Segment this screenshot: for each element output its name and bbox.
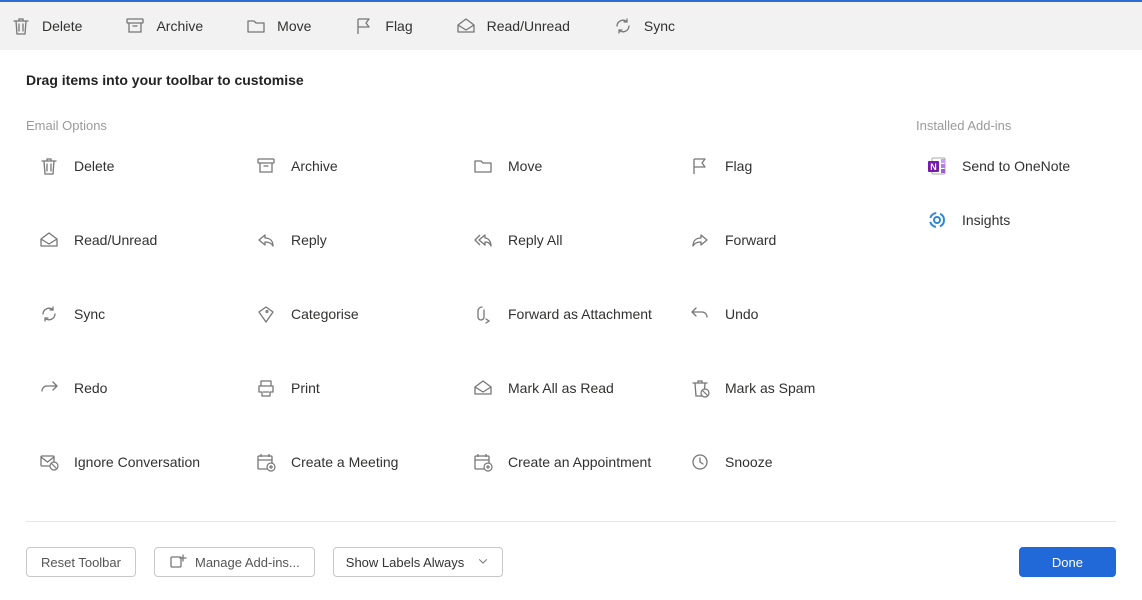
addin-onenote[interactable]: Send to OneNote [926, 155, 1116, 177]
option-print[interactable]: Print [255, 377, 462, 399]
toolbar-label: Delete [42, 18, 82, 34]
option-ignore[interactable]: Ignore Conversation [38, 451, 245, 473]
option-forward[interactable]: Forward [689, 229, 896, 251]
calendar-appointment-icon [472, 451, 494, 473]
option-label: Forward [725, 232, 776, 248]
option-label: Redo [74, 380, 107, 396]
footer-divider [26, 521, 1116, 522]
trash-icon [10, 15, 32, 37]
installed-addins-section: Installed Add-ins Send to OneNote Insigh… [916, 118, 1116, 473]
toolbar-label: Archive [156, 18, 203, 34]
option-sync[interactable]: Sync [38, 303, 245, 325]
toolbar: Delete Archive Move Flag Read/Unread Syn… [0, 0, 1142, 50]
clock-icon [689, 451, 711, 473]
option-markallread[interactable]: Mark All as Read [472, 377, 679, 399]
option-delete[interactable]: Delete [38, 155, 245, 177]
option-categorise[interactable]: Categorise [255, 303, 462, 325]
ignore-icon [38, 451, 60, 473]
flag-icon [353, 15, 375, 37]
folder-icon [245, 15, 267, 37]
toolbar-label: Read/Unread [487, 18, 570, 34]
option-label: Mark as Spam [725, 380, 815, 396]
option-undo[interactable]: Undo [689, 303, 896, 325]
envelope-icon [38, 229, 60, 251]
option-markspam[interactable]: Mark as Spam [689, 377, 896, 399]
option-meeting[interactable]: Create a Meeting [255, 451, 462, 473]
option-label: Sync [74, 306, 105, 322]
trash-icon [38, 155, 60, 177]
option-label: Mark All as Read [508, 380, 614, 396]
option-label: Undo [725, 306, 758, 322]
option-forwardattach[interactable]: Forward as Attachment [472, 303, 679, 325]
footer: Reset Toolbar Manage Add-ins... Show Lab… [0, 547, 1142, 577]
redo-icon [38, 377, 60, 399]
addin-label: Insights [962, 212, 1010, 228]
option-label: Reply All [508, 232, 562, 248]
option-reply[interactable]: Reply [255, 229, 462, 251]
instruction-text: Drag items into your toolbar to customis… [26, 72, 1116, 88]
section-title-email: Email Options [26, 118, 896, 133]
toolbar-item-readunread[interactable]: Read/Unread [455, 15, 570, 37]
tag-icon [255, 303, 277, 325]
toolbar-label: Flag [385, 18, 412, 34]
undo-icon [689, 303, 711, 325]
option-move[interactable]: Move [472, 155, 679, 177]
attach-forward-icon [472, 303, 494, 325]
manage-addins-button[interactable]: Manage Add-ins... [154, 547, 315, 577]
flag-icon [689, 155, 711, 177]
envelope-icon [455, 15, 477, 37]
option-label: Snooze [725, 454, 772, 470]
done-button[interactable]: Done [1019, 547, 1116, 577]
replyall-icon [472, 229, 494, 251]
forward-icon [689, 229, 711, 251]
insights-icon [926, 209, 948, 231]
email-options-section: Email Options Delete Archive Move Flag R… [26, 118, 896, 473]
option-label: Move [508, 158, 542, 174]
option-label: Read/Unread [74, 232, 157, 248]
option-replyall[interactable]: Reply All [472, 229, 679, 251]
toolbar-item-move[interactable]: Move [245, 15, 311, 37]
option-appointment[interactable]: Create an Appointment [472, 451, 679, 473]
envelope-icon [472, 377, 494, 399]
addin-insights[interactable]: Insights [926, 209, 1116, 231]
archive-icon [255, 155, 277, 177]
option-label: Forward as Attachment [508, 306, 652, 322]
option-archive[interactable]: Archive [255, 155, 462, 177]
option-snooze[interactable]: Snooze [689, 451, 896, 473]
option-label: Create an Appointment [508, 454, 651, 470]
section-title-addins: Installed Add-ins [916, 118, 1116, 133]
toolbar-item-archive[interactable]: Archive [124, 15, 203, 37]
option-label: Categorise [291, 306, 359, 322]
option-redo[interactable]: Redo [38, 377, 245, 399]
spam-icon [689, 377, 711, 399]
chevron-down-icon [476, 554, 490, 571]
manage-addins-icon [169, 552, 187, 573]
option-label: Ignore Conversation [74, 454, 200, 470]
archive-icon [124, 15, 146, 37]
option-flag[interactable]: Flag [689, 155, 896, 177]
toolbar-label: Move [277, 18, 311, 34]
folder-icon [472, 155, 494, 177]
onenote-icon [926, 155, 948, 177]
sync-icon [612, 15, 634, 37]
print-icon [255, 377, 277, 399]
toolbar-item-flag[interactable]: Flag [353, 15, 412, 37]
calendar-meeting-icon [255, 451, 277, 473]
option-label: Create a Meeting [291, 454, 398, 470]
option-readunread[interactable]: Read/Unread [38, 229, 245, 251]
addin-label: Send to OneNote [962, 158, 1070, 174]
show-labels-dropdown[interactable]: Show Labels Always [333, 547, 504, 577]
reset-toolbar-button[interactable]: Reset Toolbar [26, 547, 136, 577]
sync-icon [38, 303, 60, 325]
option-label: Archive [291, 158, 338, 174]
toolbar-item-delete[interactable]: Delete [10, 15, 82, 37]
option-label: Print [291, 380, 320, 396]
toolbar-item-sync[interactable]: Sync [612, 15, 675, 37]
toolbar-label: Sync [644, 18, 675, 34]
reply-icon [255, 229, 277, 251]
option-label: Reply [291, 232, 327, 248]
main-content: Drag items into your toolbar to customis… [0, 50, 1142, 473]
option-label: Delete [74, 158, 114, 174]
option-label: Flag [725, 158, 752, 174]
